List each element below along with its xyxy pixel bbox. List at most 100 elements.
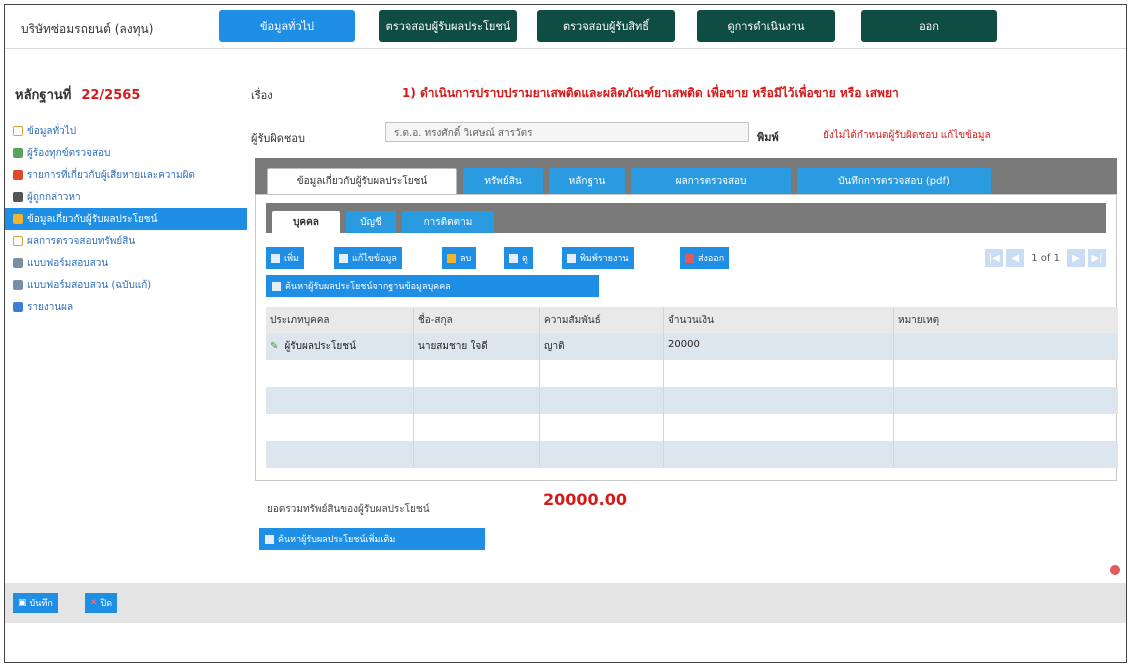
sidebar-item-investigation-form-revised[interactable]: แบบฟอร์มสอบสวน (ฉบับแก้): [5, 274, 247, 296]
responsible-field[interactable]: ร.ต.อ. ทรงศักดิ์ วิเศษณ์ สารวัตร: [385, 122, 749, 142]
subtab-tracking[interactable]: การติดตาม: [402, 211, 494, 233]
beneficiary-grid: ประเภทบุคคล ชื่อ-สกุล ความสัมพันธ์ จำนวน…: [266, 307, 1118, 468]
case-id: หลักฐานที่ 22/2565: [15, 84, 140, 105]
delete-button[interactable]: ลบ: [442, 247, 477, 269]
close-button[interactable]: ✕ ปิด: [85, 593, 118, 613]
sidebar-item-beneficiary[interactable]: ข้อมูลเกี่ยวกับผู้รับผลประโยชน์: [5, 208, 247, 230]
delete-icon: [447, 253, 456, 263]
print-report-label: พิมพ์รายงาน: [580, 254, 629, 264]
sidebar-item-label: ผู้ร้องทุกข์ตรวจสอบ: [27, 147, 111, 159]
add-label: เพิ่ม: [284, 254, 299, 264]
cell-name: นายสมชาย ใจดี: [414, 333, 540, 360]
print-value[interactable]: ยังไม่ได้กำหนดผู้รับผิดชอบ แก้ไขข้อมูล: [823, 128, 991, 143]
nav-beneficiary-check[interactable]: ตรวจสอบผู้รับผลประโยชน์: [379, 10, 517, 42]
view-icon: [509, 253, 518, 263]
search-beneficiary-button[interactable]: ค้นหาผู้รับผลประโยชน์จากฐานข้อมูลบุคคล: [266, 275, 599, 297]
sidebar-item-label: แบบฟอร์มสอบสวน: [27, 257, 109, 269]
report-icon: [13, 302, 23, 312]
form-icon: [13, 280, 23, 290]
tab-results[interactable]: ผลการตรวจสอบ: [631, 168, 791, 194]
search-beneficiary-label: ค้นหาผู้รับผลประโยชน์จากฐานข้อมูลบุคคล: [285, 282, 451, 292]
sidebar-item-offense[interactable]: รายการที่เกี่ยวกับผู้เสียหายและความผิด: [5, 164, 247, 186]
user-icon: [13, 192, 23, 202]
cell-type: ✎ ผู้รับผลประโยชน์: [266, 333, 414, 360]
alert-icon[interactable]: [1110, 565, 1120, 575]
form-icon: [13, 258, 23, 268]
subtab-account[interactable]: บัญชี: [346, 211, 396, 233]
main-tabbar: ข้อมูลเกี่ยวกับผู้รับผลประโยชน์ ทรัพย์สิ…: [255, 158, 1117, 194]
col-amount[interactable]: จำนวนเงิน: [664, 307, 894, 333]
edit-icon: [339, 253, 348, 263]
search-icon: [272, 281, 281, 291]
print-icon: [567, 253, 576, 263]
view-label: ดู: [522, 254, 528, 264]
sidebar-item-label: แบบฟอร์มสอบสวน (ฉบับแก้): [27, 279, 152, 291]
prev-page-button[interactable]: ◀: [1006, 249, 1025, 267]
search-more-label: ค้นหาผู้รับผลประโยชน์เพิ่มเติม: [278, 535, 396, 545]
export-button[interactable]: ส่งออก: [680, 247, 730, 269]
top-bar: บริษัทซ่อมรถยนต์ (ลงทุน) ข้อมูลทั่วไป ตร…: [5, 5, 1126, 49]
last-page-button[interactable]: ▶|: [1088, 249, 1106, 267]
table-row[interactable]: ✎ ผู้รับผลประโยชน์ นายสมชาย ใจดี ญาติ 200…: [266, 333, 1118, 360]
add-button[interactable]: เพิ่ม: [266, 247, 304, 269]
save-label: บันทึก: [29, 599, 53, 609]
nav-general[interactable]: ข้อมูลทั่วไป: [219, 10, 355, 42]
table-row-empty: [266, 414, 1118, 441]
beneficiary-icon: [13, 214, 23, 224]
col-relation[interactable]: ความสัมพันธ์: [540, 307, 664, 333]
users-icon: [13, 148, 23, 158]
cell-amount: 20000: [664, 333, 894, 360]
edit-label: แก้ไขข้อมูล: [352, 254, 397, 264]
tab-beneficiary[interactable]: ข้อมูลเกี่ยวกับผู้รับผลประโยชน์: [267, 168, 457, 194]
sidebar-item-label: ผู้ถูกกล่าวหา: [27, 191, 81, 203]
view-button[interactable]: ดู: [504, 247, 533, 269]
beneficiary-panel: บุคคล บัญชี การติดตาม เพิ่ม แก้ไขข้อมูล …: [255, 194, 1118, 481]
add-icon: [271, 253, 280, 263]
sidebar-item-investigation-form[interactable]: แบบฟอร์มสอบสวน: [5, 252, 247, 274]
tab-assets[interactable]: ทรัพย์สิน: [463, 168, 543, 194]
sidebar-item-label: รายงานผล: [27, 301, 74, 313]
save-icon: ▣: [18, 598, 27, 608]
next-page-button[interactable]: ▶: [1067, 249, 1085, 267]
table-row-empty: [266, 441, 1118, 468]
search-icon: [265, 534, 274, 544]
sidebar-list: ข้อมูลทั่วไป ผู้ร้องทุกข์ตรวจสอบ รายการท…: [5, 120, 247, 318]
nav-rights-check[interactable]: ตรวจสอบผู้รับสิทธิ์: [537, 10, 675, 42]
nav-exit[interactable]: ออก: [861, 10, 997, 42]
col-note[interactable]: หมายเหตุ: [894, 307, 1116, 333]
document-icon: [13, 236, 23, 246]
col-name[interactable]: ชื่อ-สกุล: [414, 307, 540, 333]
warning-icon: [13, 170, 23, 180]
footer-bar: ▣ บันทึก ✕ ปิด: [5, 583, 1126, 623]
print-label: พิมพ์: [757, 131, 779, 144]
cell-relation: ญาติ: [540, 333, 664, 360]
tab-record-pdf[interactable]: บันทึกการตรวจสอบ (pdf): [797, 168, 991, 194]
page-indicator: 1 of 1: [1031, 252, 1060, 264]
nav-operations[interactable]: ดูการดำเนินงาน: [697, 10, 835, 42]
subtab-person[interactable]: บุคคล: [272, 211, 340, 233]
search-more-button[interactable]: ค้นหาผู้รับผลประโยชน์เพิ่มเติม: [259, 528, 485, 550]
sidebar-item-report[interactable]: รายงานผล: [5, 296, 247, 318]
tab-evidence[interactable]: หลักฐาน: [549, 168, 625, 194]
sidebar-item-general[interactable]: ข้อมูลทั่วไป: [5, 120, 247, 142]
col-type[interactable]: ประเภทบุคคล: [266, 307, 414, 333]
sidebar-item-complainant[interactable]: ผู้ร้องทุกข์ตรวจสอบ: [5, 142, 247, 164]
sidebar: หลักฐานที่ 22/2565 ข้อมูลทั่วไป ผู้ร้องทุ…: [5, 50, 247, 582]
sub-tabbar: บุคคล บัญชี การติดตาม: [266, 203, 1106, 233]
sidebar-item-accused[interactable]: ผู้ถูกกล่าวหา: [5, 186, 247, 208]
cell-note: [894, 333, 1116, 360]
save-button[interactable]: ▣ บันทึก: [13, 593, 58, 613]
close-label: ปิด: [100, 599, 113, 609]
first-page-button[interactable]: |◀: [985, 249, 1004, 267]
close-icon: ✕: [90, 598, 98, 608]
print-report-button[interactable]: พิมพ์รายงาน: [562, 247, 634, 269]
sidebar-item-label: ข้อมูลทั่วไป: [27, 125, 77, 137]
case-number: 22/2565: [81, 88, 141, 103]
sidebar-item-assets[interactable]: ผลการตรวจสอบทรัพย์สิน: [5, 230, 247, 252]
export-label: ส่งออก: [698, 254, 725, 264]
delete-label: ลบ: [460, 254, 472, 264]
app-title: บริษัทซ่อมรถยนต์ (ลงทุน): [21, 22, 154, 36]
sidebar-item-label: ผลการตรวจสอบทรัพย์สิน: [27, 235, 136, 247]
app-window: บริษัทซ่อมรถยนต์ (ลงทุน) ข้อมูลทั่วไป ตร…: [4, 4, 1127, 663]
edit-button[interactable]: แก้ไขข้อมูล: [334, 247, 402, 269]
